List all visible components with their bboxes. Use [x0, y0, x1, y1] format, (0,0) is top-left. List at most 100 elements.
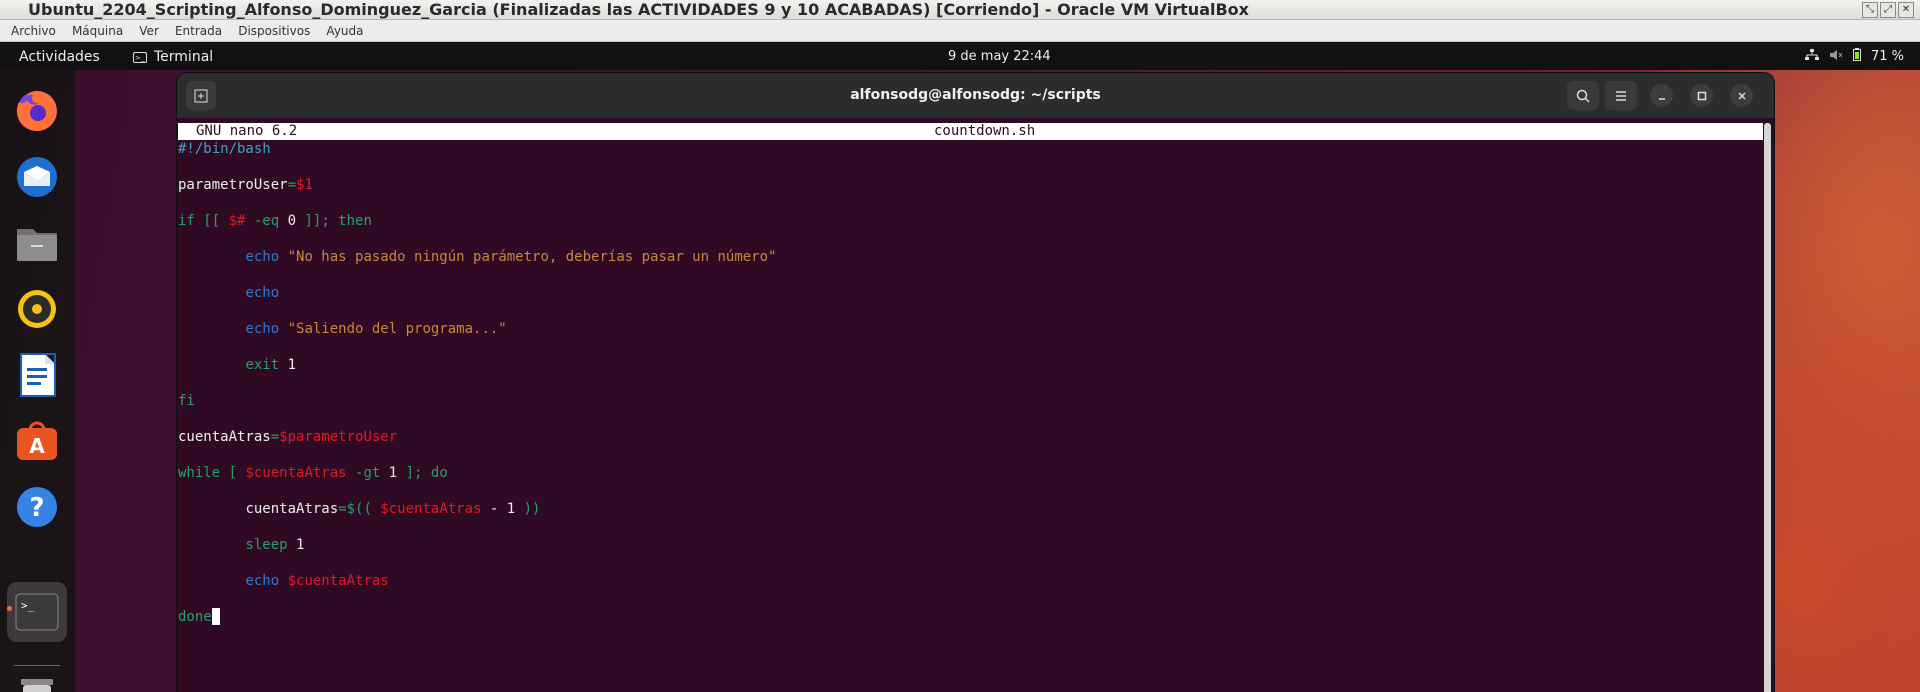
code-token: 1 — [388, 465, 398, 481]
svg-text:>_: >_ — [21, 599, 35, 612]
code-line: cuentaAtras=$parametroUser — [178, 428, 776, 464]
code-token: echo — [245, 285, 280, 301]
code-line: echo $cuentaAtras — [178, 572, 776, 608]
vbox-window-controls: ⤡ ⤢ ✕ — [1862, 2, 1914, 18]
code-line: while [ $cuentaAtras -gt 1 ]; do — [178, 464, 776, 500]
menu-maquina[interactable]: Máquina — [61, 21, 123, 42]
code-token: exit — [245, 357, 280, 373]
terminal-small-icon: >_ — [133, 51, 147, 63]
thunderbird-icon[interactable] — [13, 153, 61, 201]
terminal-headerbar: alfonsodg@alfonsodg: ~/scripts — [177, 73, 1774, 118]
code-token: cuentaAtras — [178, 429, 271, 445]
files-icon[interactable] — [13, 219, 61, 267]
code-line: echo — [178, 284, 776, 320]
code-token: done — [178, 609, 212, 625]
nano-filename: countdown.sh — [934, 123, 1036, 139]
minimize-button[interactable] — [1650, 84, 1673, 107]
menu-archivo[interactable]: Archivo — [0, 21, 56, 42]
menu-dispositivos[interactable]: Dispositivos — [227, 21, 310, 42]
battery-percentage: 71 % — [1870, 49, 1904, 64]
code-line: if [[ $# -eq 0 ]]; then — [178, 212, 776, 248]
writer-icon[interactable] — [13, 351, 61, 399]
menu-button[interactable] — [1605, 81, 1637, 110]
code-token: $cuentaAtras — [380, 501, 482, 517]
code-token: echo — [245, 321, 280, 337]
menu-ver[interactable]: Ver — [128, 21, 159, 42]
svg-text:A: A — [29, 434, 45, 458]
dock-separator — [14, 665, 60, 666]
code-token: -gt — [346, 465, 389, 481]
vbox-window-title: Ubuntu_2204_Scripting_Alfonso_Dominguez_… — [28, 0, 1249, 19]
trash-icon[interactable]: ♻ — [13, 675, 61, 692]
system-tray[interactable]: 71 % — [1804, 42, 1904, 72]
menu-entrada[interactable]: Entrada — [164, 21, 222, 42]
hamburger-icon — [1616, 90, 1626, 101]
nano-version: GNU nano 6.2 — [196, 123, 298, 139]
help-icon[interactable]: ? — [13, 483, 61, 531]
firefox-icon[interactable] — [13, 87, 61, 135]
volume-muted-icon — [1829, 42, 1843, 72]
code-token: ]; do — [397, 465, 448, 481]
code-token: $# — [228, 213, 246, 229]
network-icon — [1804, 42, 1819, 72]
shebang: #!/bin/bash — [178, 141, 271, 157]
code-token: =$(( — [338, 501, 381, 517]
code-token: echo — [245, 249, 280, 265]
activities-button[interactable]: Actividades — [19, 42, 100, 72]
search-button[interactable] — [1567, 81, 1599, 110]
nano-title-bar: GNU nano 6.2 countdown.sh — [178, 123, 1763, 140]
code-line: echo "Saliendo del programa..." — [178, 320, 776, 356]
code-token: while [ — [178, 465, 246, 481]
guest-desktop: Actividades >_ Terminal 9 de may 22:44 7… — [0, 42, 1920, 692]
code-token: "Saliendo del programa..." — [287, 321, 507, 337]
app-center-icon[interactable]: A — [13, 417, 61, 465]
code-token: fi — [178, 393, 195, 409]
code-line: echo "No has pasado ningún parámetro, de… — [178, 248, 776, 284]
app-menu-label: Terminal — [154, 49, 214, 65]
vbox-menubar: Archivo Máquina Ver Entrada Dispositivos… — [0, 20, 1920, 42]
code-token: parametroUser — [178, 177, 288, 193]
code-token: = — [287, 177, 297, 193]
code-token: - — [481, 501, 507, 517]
code-token: ]]; then — [296, 213, 372, 229]
code-token: sleep — [245, 537, 288, 553]
text-cursor — [211, 608, 220, 625]
vbox-close-button[interactable]: ✕ — [1898, 2, 1914, 18]
code-editor[interactable]: #!/bin/bash parametroUser=$1 if [[ $# -e… — [178, 140, 776, 644]
maximize-button[interactable] — [1690, 84, 1713, 107]
svg-text:?: ? — [29, 493, 44, 523]
code-line: cuentaAtras=$(( $cuentaAtras - 1 )) — [178, 500, 776, 536]
code-token: $parametroUser — [279, 429, 398, 445]
code-token: $cuentaAtras — [287, 573, 389, 589]
code-line: done — [178, 608, 776, 644]
code-line: parametroUser=$1 — [178, 176, 776, 212]
clock[interactable]: 9 de may 22:44 — [948, 42, 1051, 72]
code-token: echo — [245, 573, 280, 589]
code-token: 1 — [287, 357, 297, 373]
terminal-icon[interactable]: >_ — [7, 582, 67, 642]
close-button[interactable] — [1730, 84, 1753, 107]
code-line: fi — [178, 392, 776, 428]
maximize-icon — [1697, 91, 1706, 100]
code-token: -eq — [245, 213, 288, 229]
rhythmbox-icon[interactable] — [13, 285, 61, 333]
code-token: cuentaAtras — [245, 501, 339, 517]
code-token: 0 — [287, 213, 297, 229]
close-icon — [1737, 91, 1746, 100]
battery-icon — [1852, 42, 1861, 72]
terminal-window[interactable]: alfonsodg@alfonsodg: ~/scripts GNU nano … — [177, 73, 1774, 692]
code-token: $cuentaAtras — [245, 465, 347, 481]
code-line: #!/bin/bash — [178, 140, 776, 176]
vbox-titlebar: Ubuntu_2204_Scripting_Alfonso_Dominguez_… — [0, 0, 1920, 20]
code-token: )) — [515, 501, 541, 517]
code-token: 1 — [296, 537, 305, 553]
app-menu-terminal[interactable]: >_ Terminal — [133, 42, 213, 72]
dock: A ? >_ ♻ — [0, 70, 75, 692]
code-line: sleep 1 — [178, 536, 776, 572]
code-token: = — [270, 429, 280, 445]
vbox-expand-button[interactable]: ⤢ — [1880, 2, 1896, 18]
terminal-title: alfonsodg@alfonsodg: ~/scripts — [850, 87, 1101, 103]
vbox-shrink-button[interactable]: ⤡ — [1862, 2, 1878, 18]
scrollbar[interactable] — [1764, 123, 1771, 692]
menu-ayuda[interactable]: Ayuda — [315, 21, 363, 42]
